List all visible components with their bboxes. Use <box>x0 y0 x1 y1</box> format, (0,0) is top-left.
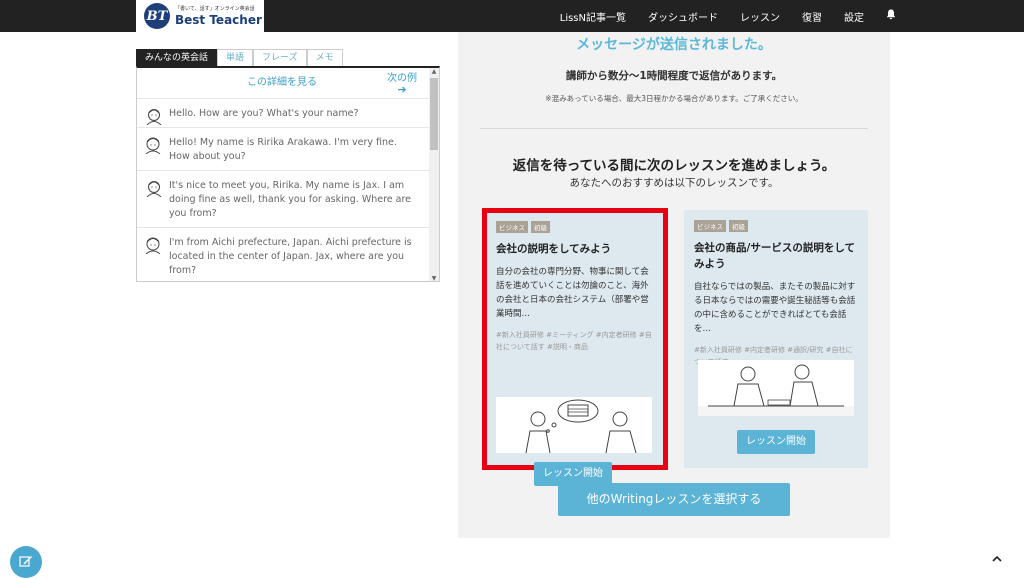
tab-words[interactable]: 単語 <box>217 49 254 66</box>
tab-phrases[interactable]: フレーズ <box>253 49 307 66</box>
card-badges: ビジネス 初級 <box>694 220 858 232</box>
chat-message-text: It's nice to meet you, Ririka. My name i… <box>169 180 411 219</box>
conversation-box: この詳細を見る 次の例 ➔ Hello. How are you? What's… <box>136 66 440 282</box>
next-example-link[interactable]: 次の例 ➔ <box>387 73 417 95</box>
reply-note: ※混みあっている場合、最大3日程かかる場合があります。ご了承ください。 <box>545 94 803 103</box>
logo[interactable]: BT 「書いて、話す」オンライン英会話 Best Teacher <box>136 0 264 32</box>
nav-item-settings[interactable]: 設定 <box>844 9 864 24</box>
conversation-scrollbar[interactable]: ▲ ▼ <box>429 68 439 281</box>
logo-name: Best Teacher <box>175 12 262 27</box>
lesson-card-company-intro[interactable]: ビジネス 初級 会社の説明をしてみよう 自分の会社の専門分野、物事に関して会話を… <box>482 208 668 486</box>
chat-message-student: I'm from Aichi prefecture, Japan. Aichi … <box>137 227 429 281</box>
scroll-down-icon[interactable]: ▼ <box>429 275 439 281</box>
teacher-avatar-icon <box>146 181 162 197</box>
card-title: 会社の説明をしてみよう <box>496 243 612 255</box>
nav-menu: LissN記事一覧 ダッシュボード レッスン 復習 設定 <box>538 0 896 32</box>
lesson-illustration <box>698 360 854 416</box>
chat-message-teacher: It's nice to meet you, Ririka. My name i… <box>137 170 429 227</box>
nav-item-lissn[interactable]: LissN記事一覧 <box>560 9 626 24</box>
conversation-header: この詳細を見る 次の例 ➔ <box>137 68 439 98</box>
conversation-panel: みんなの英会話 単語 フレーズ メモ この詳細を見る 次の例 ➔ Hello. … <box>136 49 440 283</box>
teacher-avatar-icon <box>146 109 162 125</box>
detail-link[interactable]: この詳細を見る <box>247 73 317 88</box>
card-badges: ビジネス 初級 <box>496 221 654 233</box>
tab-conversation[interactable]: みんなの英会話 <box>136 49 218 66</box>
divider <box>480 128 868 129</box>
student-avatar-icon <box>145 237 161 254</box>
chat-message-student: Hello! My name is Ririka Arakawa. I'm ve… <box>137 127 429 170</box>
reply-info: 講師から数分〜1時間程度で返信があります。 <box>565 70 783 82</box>
card-description: 自社ならではの製品、またその製品に対する日本ならではの需要や誕生秘話等も会話の中… <box>694 282 856 334</box>
result-panel: メッセージが送信されました。 講師から数分〜1時間程度で返信があります。 ※混み… <box>458 32 890 538</box>
arrow-right-icon: ➔ <box>397 83 407 96</box>
lesson-illustration <box>496 397 652 454</box>
badge-category: ビジネス <box>694 220 726 232</box>
chat-message-text: I'm from Aichi prefecture, Japan. Aichi … <box>169 237 412 276</box>
chat-message-teacher: Hello. How are you? What's your name? <box>137 98 429 127</box>
student-avatar-icon <box>145 137 161 154</box>
chat-message-text: Hello! My name is Ririka Arakawa. I'm ve… <box>169 137 397 162</box>
nav-item-lesson[interactable]: レッスン <box>740 9 780 24</box>
nav-item-dashboard[interactable]: ダッシュボード <box>648 9 718 24</box>
next-lesson-title: 返信を待っている間に次のレッスンを進めましょう。 <box>512 158 836 174</box>
start-lesson-button[interactable]: レッスン開始 <box>737 430 815 454</box>
card-title: 会社の商品/サービスの説明をしてみよう <box>694 242 856 270</box>
bell-icon[interactable] <box>886 9 896 23</box>
chat-message-text: Hello. How are you? What's your name? <box>169 108 359 119</box>
edit-icon[interactable] <box>10 546 42 578</box>
recommendation-subtitle: あなたへのおすすめは以下のレッスンです。 <box>569 177 779 189</box>
logo-tagline: 「書いて、話す」オンライン英会話 <box>175 5 255 12</box>
card-description: 自分の会社の専門分野、物事に関して会話を進めていくことは勿論のこと、海外の会社と… <box>496 267 649 319</box>
top-nav-bar: BT 「書いて、話す」オンライン英会話 Best Teacher LissN記事… <box>0 0 1024 32</box>
select-other-lesson-button[interactable]: 他のWritingレッスンを選択する <box>558 483 790 516</box>
lesson-card-product-intro[interactable]: ビジネス 初級 会社の商品/サービスの説明をしてみよう 自社ならではの製品、また… <box>684 210 868 468</box>
badge-category: ビジネス <box>496 221 528 233</box>
logo-mark: BT <box>144 3 170 29</box>
card-tags: #新入社員研修 #ミーティング #内定者研修 #自社について話す #説明・商品 <box>496 331 652 351</box>
logo-text: 「書いて、話す」オンライン英会話 Best Teacher <box>175 6 262 27</box>
sent-title: メッセージが送信されました。 <box>576 37 772 53</box>
badge-level: 初級 <box>531 221 550 233</box>
scroll-up-icon[interactable]: ▲ <box>429 68 439 75</box>
nav-item-review[interactable]: 復習 <box>802 9 822 24</box>
badge-level: 初級 <box>729 220 748 232</box>
conversation-tabs: みんなの英会話 単語 フレーズ メモ <box>136 49 440 66</box>
scroll-thumb[interactable] <box>430 78 438 150</box>
tab-memo[interactable]: メモ <box>306 49 343 66</box>
chevron-up-icon[interactable] <box>980 546 1014 571</box>
